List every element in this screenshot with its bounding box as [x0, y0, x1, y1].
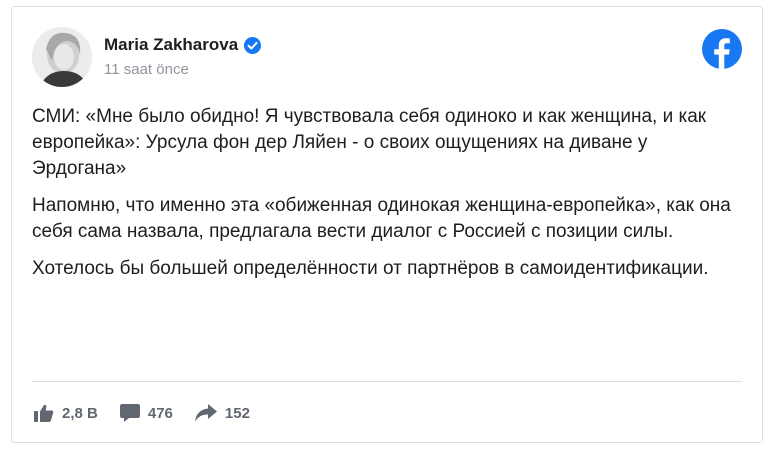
avatar-image — [32, 27, 92, 87]
thumbs-up-icon — [34, 404, 54, 422]
author-name-row: Maria Zakharova — [104, 35, 262, 55]
share-arrow-icon — [194, 404, 217, 422]
footer-divider — [32, 381, 742, 382]
comments-count: 476 — [147, 404, 173, 422]
likes-stat[interactable]: 2,8 B — [34, 404, 98, 422]
shares-count: 152 — [224, 404, 250, 422]
post-footer: 2,8 B 476 152 — [34, 401, 272, 425]
verified-badge-icon — [244, 36, 262, 54]
likes-count: 2,8 B — [62, 404, 98, 422]
facebook-post-card: Maria Zakharova 11 saat önce СМИ: «Мне б… — [11, 6, 763, 443]
post-header: Maria Zakharova 11 saat önce — [32, 27, 742, 87]
post-body: СМИ: «Мне было обидно! Я чувствовала себ… — [32, 104, 742, 293]
author-avatar[interactable] — [32, 27, 92, 87]
shares-stat[interactable]: 152 — [194, 404, 250, 422]
post-paragraph: Напомню, что именно эта «обиженная одино… — [32, 195, 731, 242]
post-paragraph: Хотелось бы большей определённости от па… — [32, 258, 709, 279]
author-name[interactable]: Maria Zakharova — [104, 35, 238, 55]
comments-stat[interactable]: 476 — [119, 404, 173, 422]
facebook-icon[interactable] — [702, 29, 742, 69]
post-paragraph: СМИ: «Мне было обидно! Я чувствовала себ… — [32, 106, 707, 179]
post-timestamp[interactable]: 11 saat önce — [104, 61, 189, 78]
comment-icon — [119, 404, 140, 422]
